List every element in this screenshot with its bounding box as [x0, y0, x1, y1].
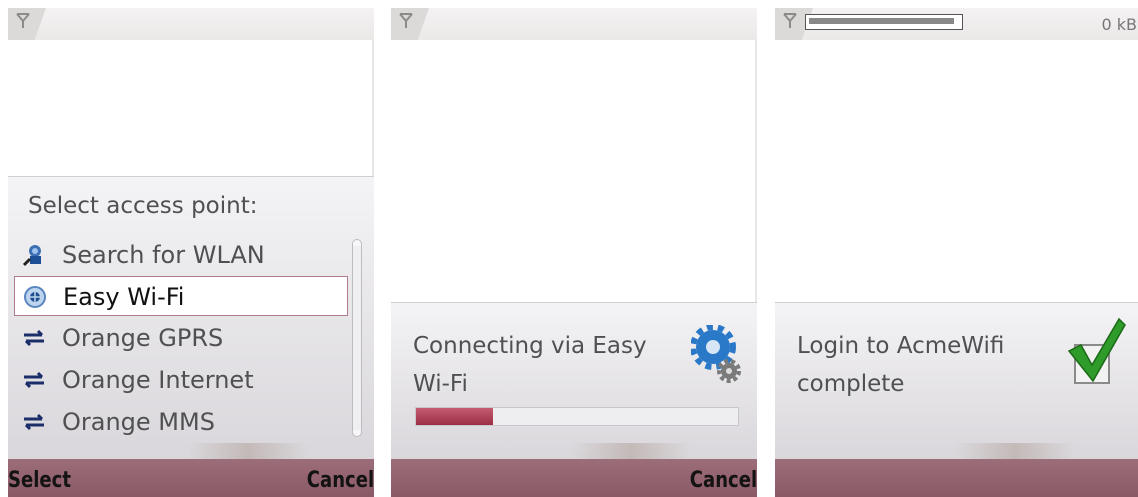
phone-screen-connecting: Connecting via Easy Wi-Fi Cancel [391, 8, 757, 497]
signal-antenna-icon [783, 13, 797, 28]
list-item-label: Orange MMS [62, 408, 215, 436]
phone-screen-login-complete: 0 kB Login to AcmeWifi complete [775, 8, 1138, 497]
list-item-orange-gprs[interactable]: Orange GPRS [14, 318, 348, 358]
background-shade [571, 443, 691, 459]
connecting-popup: Connecting via Easy Wi-Fi [391, 302, 757, 459]
list-scrollbar[interactable] [352, 239, 362, 437]
access-point-popup: Select access point: Search for WLAN Eas… [8, 176, 374, 459]
cancel-softkey[interactable]: Cancel [307, 468, 374, 493]
list-item-orange-internet[interactable]: Orange Internet [14, 360, 348, 400]
login-message: Login to AcmeWifi complete [797, 333, 1005, 397]
packet-data-arrows-icon [24, 413, 44, 431]
packet-data-arrows-icon [24, 371, 44, 389]
status-bar [391, 8, 757, 40]
background-shade [188, 443, 308, 459]
softkey-bar: Select Cancel [8, 459, 374, 497]
connection-progress-bar [415, 407, 739, 426]
list-item-easy-wifi[interactable]: Easy Wi-Fi [14, 276, 348, 316]
list-item-label: Orange GPRS [62, 324, 224, 352]
softkey-bar: Cancel [391, 459, 757, 497]
select-softkey[interactable]: Select [8, 468, 71, 493]
gears-icon [691, 325, 741, 383]
list-item-orange-mms[interactable]: Orange MMS [14, 402, 348, 442]
list-item-label: Easy Wi-Fi [63, 283, 185, 311]
login-complete-popup: Login to AcmeWifi complete [775, 302, 1138, 459]
connecting-message: Connecting via Easy Wi-Fi [413, 333, 647, 397]
cancel-softkey[interactable]: Cancel [690, 468, 757, 493]
packet-data-arrows-icon [24, 329, 44, 347]
download-progress-bar [805, 14, 963, 30]
status-bar: 0 kB [775, 8, 1138, 40]
checkmark-icon [1067, 317, 1126, 384]
download-progress-fill [809, 18, 955, 24]
list-item-search-wlan[interactable]: Search for WLAN [14, 235, 348, 275]
wlan-search-icon [22, 245, 41, 267]
softkey-bar [775, 459, 1138, 497]
list-item-label: Orange Internet [62, 366, 254, 394]
list-item-label: Search for WLAN [62, 241, 265, 269]
download-size: 0 kB [1101, 15, 1137, 34]
status-bar [8, 8, 374, 40]
scrollbar-thumb[interactable] [353, 246, 361, 430]
easy-wifi-icon [24, 286, 46, 308]
background-shade [955, 443, 1075, 459]
popup-title: Select access point: [28, 193, 258, 219]
phone-screen-access-point: Select access point: Search for WLAN Eas… [8, 8, 374, 497]
progress-fill [416, 408, 494, 425]
signal-antenna-icon [399, 13, 413, 28]
signal-antenna-icon [16, 13, 30, 28]
